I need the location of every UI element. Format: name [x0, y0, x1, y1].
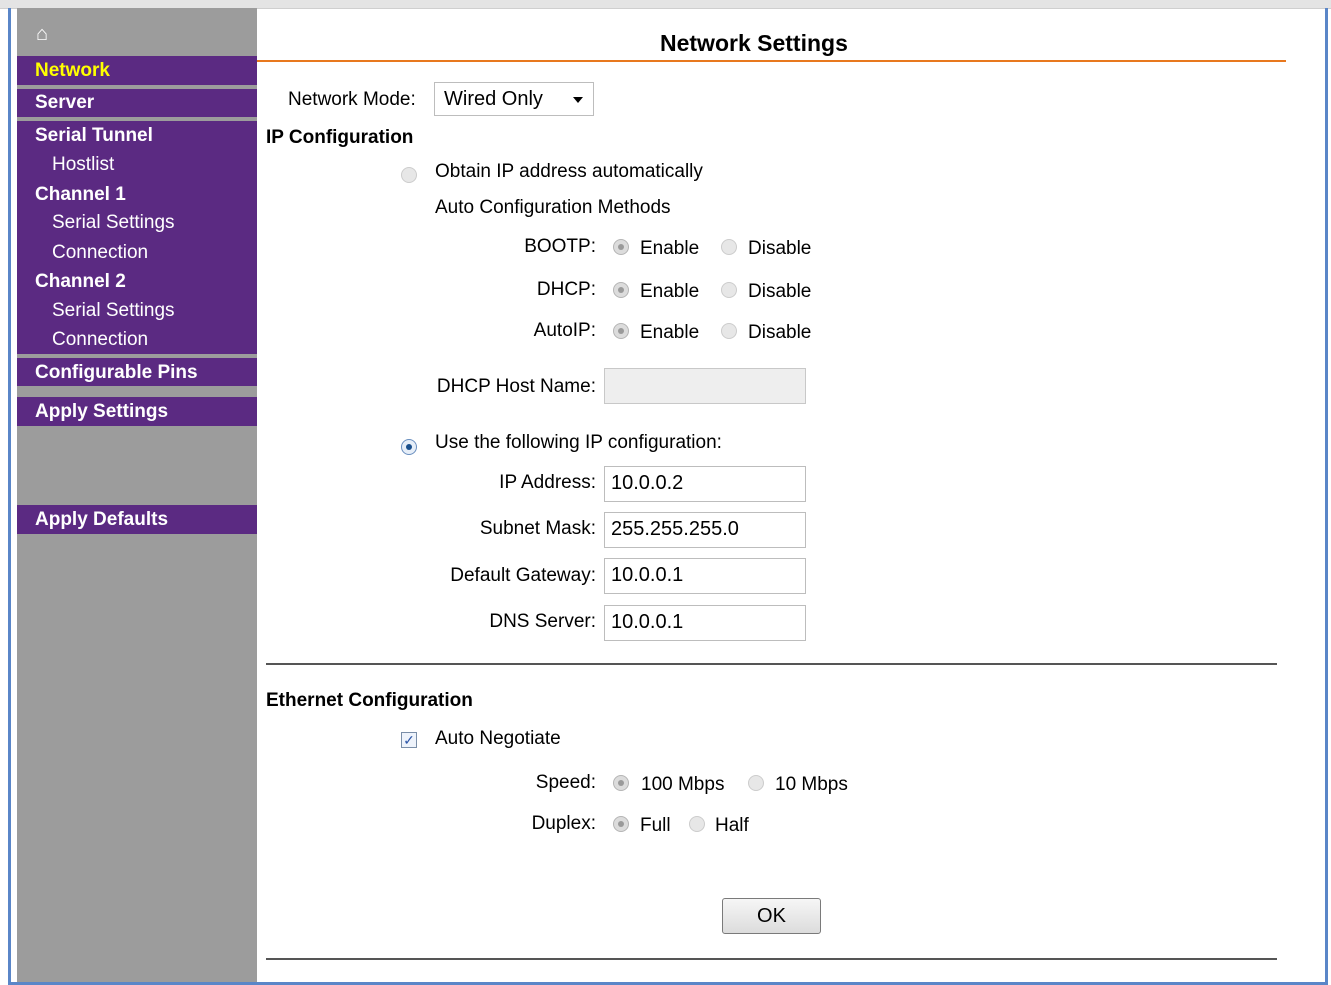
subnet-mask-field[interactable]: 255.255.255.0 — [604, 512, 806, 548]
ethernet-configuration-heading: Ethernet Configuration — [266, 690, 473, 711]
duplex-half-label: Half — [715, 815, 749, 836]
speed-label: Speed: — [535, 772, 596, 793]
page-title: Network Settings — [660, 30, 848, 56]
dhcp-enable-label: Enable — [640, 281, 700, 302]
obtain-auto-radio[interactable] — [401, 167, 417, 183]
bootp-disable-radio[interactable] — [721, 239, 737, 255]
sidebar-item-channel-1-serial-settings[interactable]: Serial Settings — [52, 212, 175, 234]
ip-address-field[interactable]: 10.0.0.2 — [604, 466, 806, 502]
bootp-enable-label: Enable — [640, 238, 700, 259]
dhcp-disable-radio[interactable] — [721, 282, 737, 298]
dhcp-host-name-label: DHCP Host Name: — [436, 376, 596, 397]
sidebar-item-server[interactable]: Server — [35, 92, 94, 114]
sidebar-item-channel-1[interactable]: Channel 1 — [35, 184, 126, 206]
subnet-mask-label: Subnet Mask: — [479, 518, 596, 539]
sidebar-item-channel-2-serial-settings[interactable]: Serial Settings — [52, 300, 175, 322]
sidebar-item-serial-tunnel[interactable]: Serial Tunnel — [35, 125, 153, 147]
sidebar-item-channel-2-connection[interactable]: Connection — [52, 329, 148, 351]
use-following-ip-radio[interactable] — [401, 439, 417, 455]
chevron-down-icon — [573, 97, 583, 103]
auto-methods-label: Auto Configuration Methods — [435, 197, 671, 218]
speed-100-radio[interactable] — [613, 775, 629, 791]
bootp-label: BOOTP: — [524, 236, 596, 257]
network-mode-select[interactable]: Wired Only — [434, 82, 594, 116]
ip-address-label: IP Address: — [499, 472, 596, 493]
auto-negotiate-label: Auto Negotiate — [435, 728, 561, 749]
dns-server-field[interactable]: 10.0.0.1 — [604, 605, 806, 641]
autoip-enable-radio[interactable] — [613, 323, 629, 339]
sidebar-item-channel-1-connection[interactable]: Connection — [52, 242, 148, 264]
sidebar-item-apply-defaults[interactable]: Apply Defaults — [35, 509, 168, 531]
autoip-label: AutoIP: — [533, 320, 596, 341]
network-mode-label: Network Mode: — [288, 89, 416, 110]
network-mode-value: Wired Only — [444, 88, 543, 110]
autoip-disable-label: Disable — [748, 322, 812, 343]
dhcp-label: DHCP: — [536, 279, 596, 300]
default-gateway-field[interactable]: 10.0.0.1 — [604, 558, 806, 594]
ok-button[interactable]: OK — [722, 898, 821, 934]
duplex-full-radio[interactable] — [613, 816, 629, 832]
window-right-border — [1325, 8, 1328, 985]
obtain-auto-label: Obtain IP address automatically — [435, 161, 703, 182]
section-divider — [266, 663, 1277, 665]
window-left-border — [8, 8, 11, 985]
duplex-half-radio[interactable] — [689, 816, 705, 832]
speed-10-radio[interactable] — [748, 775, 764, 791]
dhcp-host-name-field[interactable] — [604, 368, 806, 404]
autoip-enable-label: Enable — [640, 322, 700, 343]
sidebar-item-channel-2[interactable]: Channel 2 — [35, 271, 126, 293]
autoip-disable-radio[interactable] — [721, 323, 737, 339]
sidebar-item-network[interactable]: Network — [35, 60, 110, 82]
duplex-full-label: Full — [640, 815, 671, 836]
auto-negotiate-checkbox[interactable]: ✓ — [401, 732, 417, 748]
default-gateway-label: Default Gateway: — [450, 565, 596, 586]
title-underline — [257, 60, 1286, 62]
use-following-ip-label: Use the following IP configuration: — [435, 432, 722, 453]
dhcp-disable-label: Disable — [748, 281, 812, 302]
dns-server-label: DNS Server: — [489, 611, 596, 632]
home-icon[interactable]: ⌂ — [36, 24, 48, 44]
sidebar-item-configurable-pins[interactable]: Configurable Pins — [35, 362, 198, 384]
bottom-divider — [266, 958, 1277, 960]
duplex-label: Duplex: — [531, 813, 596, 834]
ip-configuration-heading: IP Configuration — [266, 127, 414, 148]
dhcp-enable-radio[interactable] — [613, 282, 629, 298]
sidebar-item-hostlist[interactable]: Hostlist — [52, 154, 114, 176]
speed-10-label: 10 Mbps — [775, 774, 848, 795]
sidebar-item-apply-settings[interactable]: Apply Settings — [35, 401, 168, 423]
bootp-enable-radio[interactable] — [613, 239, 629, 255]
speed-100-label: 100 Mbps — [641, 774, 725, 795]
bootp-disable-label: Disable — [748, 238, 812, 259]
